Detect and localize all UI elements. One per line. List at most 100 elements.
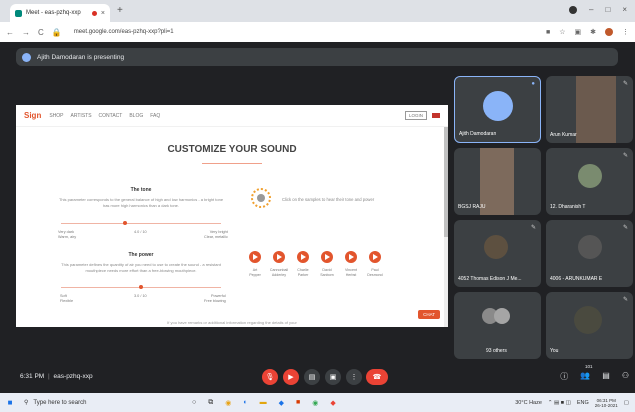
mic-toggle-button[interactable]: 🎙 <box>262 369 278 385</box>
windows-start-icon[interactable]: ■ <box>0 398 20 407</box>
participant-tile[interactable]: BGSJ RAJU <box>454 148 541 215</box>
participant-tile[interactable]: ✎ Arun Kumar <box>546 76 633 143</box>
play-sample-2-button[interactable] <box>273 251 285 263</box>
participant-tile[interactable]: ✎ 12. Dharanish T <box>546 148 633 215</box>
leave-call-button[interactable]: ☎ <box>366 369 388 385</box>
notifications-icon[interactable]: ▢ <box>624 400 629 406</box>
participant-tile[interactable]: ✎ 4052 Thomas Edison J Me... <box>454 220 541 287</box>
office-icon[interactable]: ■ <box>296 399 300 407</box>
file-explorer-icon[interactable]: ▬ <box>260 399 267 407</box>
mic-off-icon: 🎙 <box>265 374 275 381</box>
back-icon[interactable]: ← <box>6 28 14 37</box>
participant-tile[interactable]: ● Ajith Damodaran <box>454 76 541 143</box>
url-field[interactable]: meet.google.com/eas-pzhq-xxp?pli=1 <box>74 29 174 35</box>
activities-icon[interactable]: ⚇ <box>622 371 629 382</box>
login-button[interactable]: LOGIN <box>404 111 427 120</box>
extension-icon[interactable]: ▣ <box>575 28 582 36</box>
camera-toggle-button[interactable]: ▶ <box>283 369 299 385</box>
page-scrollbar-thumb[interactable] <box>444 127 448 237</box>
menu-icon[interactable]: ⋮ <box>622 28 629 36</box>
misc-app-icon[interactable]: ◆ <box>330 399 335 407</box>
video-feed <box>574 306 602 334</box>
puzzle-icon[interactable]: ✱ <box>590 28 596 36</box>
more-options-button[interactable]: ⋮ <box>346 369 362 385</box>
play-sample-5-button[interactable] <box>345 251 357 263</box>
minimize-button[interactable]: – <box>589 5 593 14</box>
cortana-icon[interactable]: ○ <box>192 399 196 407</box>
tone-left-label: Very dark Warm, airy <box>58 230 77 239</box>
chat-icon[interactable]: ▤ <box>602 371 610 382</box>
camera-off-icon: ▶ <box>288 374 294 381</box>
bookmark-star-icon[interactable]: ☆ <box>559 28 565 36</box>
new-tab-button[interactable]: + <box>117 5 123 16</box>
shared-screen: Sign SHOP ARTISTS CONTACT BLOG FAQ LOGIN… <box>16 105 448 327</box>
meet-favicon-icon <box>15 9 22 17</box>
address-bar: ← → C 🔒 meet.google.com/eas-pzhq-xxp?pli… <box>0 22 635 42</box>
browser-tab[interactable]: Meet - eas-pzhq-xxp × <box>10 4 110 22</box>
maximize-button[interactable]: □ <box>605 5 610 14</box>
chrome-icon[interactable]: ◉ <box>225 399 231 407</box>
play-sample-4-button[interactable] <box>321 251 333 263</box>
nav-faq[interactable]: FAQ <box>150 113 160 119</box>
store-icon[interactable]: ◆ <box>279 399 284 407</box>
language-flag-icon[interactable] <box>432 113 440 118</box>
power-slider-knob[interactable] <box>139 285 143 289</box>
tone-value: 4.0 / 10 <box>134 230 147 234</box>
power-value: 3.0 / 10 <box>134 294 147 298</box>
people-icon[interactable]: 👥 <box>580 371 590 382</box>
tone-right-label: Very bright Clear, metallic <box>204 230 228 239</box>
camera-icon[interactable]: ■ <box>546 29 550 36</box>
task-view-icon[interactable]: ⧉ <box>208 399 213 407</box>
power-description: This parameter defines the quantity of a… <box>61 262 221 273</box>
participant-name: You <box>550 348 559 354</box>
lock-icon[interactable]: 🔒 <box>52 28 62 37</box>
nav-shop[interactable]: SHOP <box>49 113 63 119</box>
tab-close-icon[interactable]: × <box>101 10 105 17</box>
info-icon[interactable]: ⓘ <box>560 371 568 382</box>
nav-blog[interactable]: BLOG <box>129 113 143 119</box>
chrome-app-icon[interactable]: ◉ <box>312 399 318 407</box>
meet-control-bar: 6:31 PM | eas-pzhq-xxp 🎙 ▶ ▤ ▣ ⋮ ☎ ⓘ 👥 ▤… <box>0 363 635 393</box>
tone-title: The tone <box>130 187 152 193</box>
taskbar-search[interactable]: ⚲ Type here to search <box>20 395 170 410</box>
speaking-icon: ● <box>531 81 535 87</box>
sample-2-label: Cannonball Adderley <box>269 268 289 277</box>
captions-button[interactable]: ▤ <box>304 369 320 385</box>
forward-icon[interactable]: → <box>22 28 30 37</box>
sample-3-label: Charlie Parker <box>297 268 309 277</box>
edge-icon[interactable]: ◐ <box>243 399 247 407</box>
sample-6-label: Paul Desmond <box>367 268 383 277</box>
reload-icon[interactable]: C <box>38 28 44 37</box>
weather[interactable]: 30°C Haze <box>515 400 542 406</box>
profile-icon[interactable] <box>569 6 578 14</box>
nav-contact[interactable]: CONTACT <box>99 113 123 119</box>
user-avatar-icon[interactable] <box>605 28 613 36</box>
search-icon: ⚲ <box>24 400 29 406</box>
nav-artists[interactable]: ARTISTS <box>71 113 92 119</box>
meeting-code: eas-pzhq-xxp <box>53 373 93 380</box>
participant-name: Ajith Damodaran <box>459 131 497 137</box>
chat-button[interactable]: CHAT <box>418 310 440 319</box>
tray-icons[interactable]: ⌃ ▤ ■ ◫ <box>548 400 571 406</box>
play-sample-1-button[interactable] <box>249 251 261 263</box>
play-sample-6-button[interactable] <box>369 251 381 263</box>
participant-tile[interactable]: 93 others <box>454 292 541 359</box>
language-indicator[interactable]: ENG <box>577 400 589 406</box>
page-title: CUSTOMIZE YOUR SOUND <box>167 144 297 155</box>
present-button[interactable]: ▣ <box>325 369 341 385</box>
presenting-banner: Ajith Damodaran is presenting <box>16 48 618 66</box>
mic-off-icon: ✎ <box>622 81 628 87</box>
tone-slider-knob[interactable] <box>123 221 127 225</box>
play-sample-3-button[interactable] <box>297 251 309 263</box>
recording-dot-icon <box>91 10 97 16</box>
taskbar-clock[interactable]: 06:31 PM 26-10-2021 <box>595 398 618 408</box>
close-window-button[interactable]: × <box>622 5 627 14</box>
participant-tile[interactable]: ✎ 4006 - ARUNKUMAR E <box>546 220 633 287</box>
sample-1-label: Art Pepper <box>249 268 261 277</box>
sample-4-label: David Sanborn <box>320 268 334 277</box>
avatar <box>578 164 602 188</box>
tone-slider[interactable] <box>61 223 221 224</box>
avatar <box>494 308 510 324</box>
participant-tile[interactable]: ✎ You <box>546 292 633 359</box>
taskbar-apps: ○ ⧉ ◉ ◐ ▬ ◆ ■ ◉ ◆ <box>192 399 336 407</box>
